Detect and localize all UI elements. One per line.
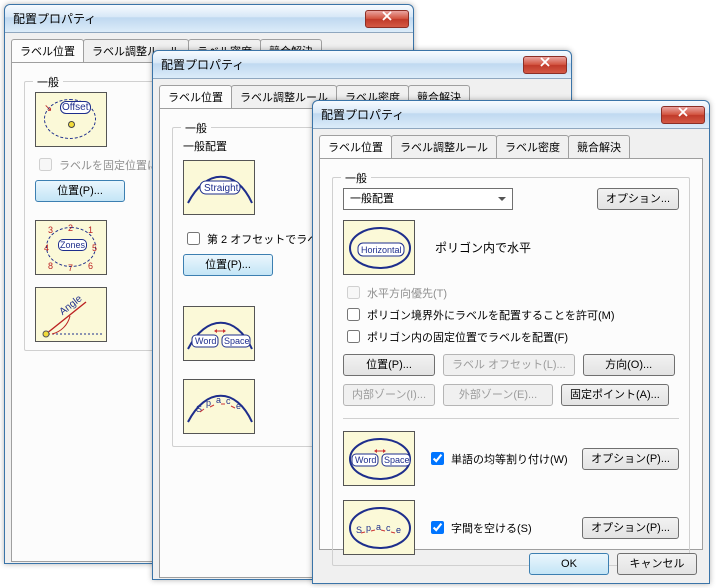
- chk-fixed-in-polygon-label: ポリゴン内の固定位置でラベルを配置(F): [367, 329, 568, 345]
- select-general-placement[interactable]: 一般配置: [343, 188, 513, 210]
- dialog-title: 配置プロパティ: [13, 10, 365, 27]
- close-button[interactable]: [365, 10, 409, 28]
- thumb-space: S p a c e: [183, 379, 255, 434]
- thumb-space: S p a c e: [343, 500, 415, 555]
- titlebar[interactable]: 配置プロパティ: [313, 101, 709, 129]
- close-button[interactable]: [523, 56, 567, 74]
- svg-text:c: c: [386, 523, 391, 533]
- titlebar[interactable]: 配置プロパティ: [5, 5, 413, 33]
- tab-label-density[interactable]: ラベル密度: [496, 135, 569, 158]
- svg-text:a: a: [216, 395, 221, 405]
- btn-position[interactable]: 位置(P)...: [35, 180, 125, 202]
- svg-text:e: e: [236, 401, 241, 411]
- btn-outer-zone: 外部ゾーン(E)...: [443, 384, 553, 406]
- svg-text:a: a: [376, 522, 381, 532]
- thumb-horizontal: Horizontal: [343, 220, 415, 275]
- chk-word-even[interactable]: [431, 452, 444, 465]
- svg-text:e: e: [396, 525, 401, 535]
- svg-text:p: p: [366, 523, 371, 533]
- btn-position[interactable]: 位置(P)...: [343, 354, 435, 376]
- chk-second-offset[interactable]: [187, 232, 200, 245]
- tab-label-position[interactable]: ラベル位置: [11, 39, 84, 62]
- svg-text:Word: Word: [355, 455, 376, 465]
- thumb-word-space: Word Space: [183, 306, 255, 361]
- chk-word-even-label: 単語の均等割り付け(W): [451, 451, 568, 467]
- thumb-zones-text: Zones: [58, 239, 87, 251]
- btn-option-char[interactable]: オプション(P)...: [582, 517, 679, 539]
- frame-general-label: 一般: [33, 74, 63, 90]
- btn-inner-zone: 内部ゾーン(I)...: [343, 384, 435, 406]
- svg-text:c: c: [226, 396, 231, 406]
- chk-allow-outside-label: ポリゴン境界外にラベルを配置することを許可(M): [367, 307, 615, 323]
- frame-general-label: 一般: [341, 170, 371, 186]
- btn-cancel[interactable]: キャンセル: [617, 553, 697, 575]
- desc-horizontal: ポリゴン内で水平: [435, 239, 531, 256]
- chk-horizontal-priority: [347, 286, 360, 299]
- tab-label-adjust[interactable]: ラベル調整ルール: [391, 135, 497, 158]
- svg-text:Space: Space: [384, 455, 410, 465]
- chk-char-space[interactable]: [431, 521, 444, 534]
- tab-label-position[interactable]: ラベル位置: [159, 85, 232, 108]
- chk-second-offset-label: 第 2 オフセットでラベ: [207, 231, 318, 247]
- chk-horizontal-priority-label: 水平方向優先(T): [367, 285, 447, 301]
- dialog-placement-3: 配置プロパティ ラベル位置 ラベル調整ルール ラベル密度 競合解決 一般 一般配…: [312, 100, 710, 584]
- close-button[interactable]: [661, 106, 705, 124]
- dialog-title: 配置プロパティ: [161, 56, 523, 73]
- btn-label-offset: ラベル オフセット(L)...: [443, 354, 575, 376]
- separator: [343, 418, 679, 419]
- thumb-offset: ↘ Offset: [35, 92, 107, 147]
- dialog-footer: OK キャンセル: [529, 553, 697, 575]
- svg-text:S: S: [196, 404, 202, 414]
- btn-direction[interactable]: 方向(O)...: [583, 354, 675, 376]
- btn-option-word[interactable]: オプション(P)...: [582, 448, 679, 470]
- thumb-angle: Angle: [35, 287, 107, 342]
- thumb-zones: Zones 3 2 1 4 5 8 7 6: [35, 220, 107, 275]
- titlebar[interactable]: 配置プロパティ: [153, 51, 571, 79]
- svg-text:S: S: [356, 525, 362, 535]
- chk-fixed-in-polygon[interactable]: [347, 330, 360, 343]
- svg-text:Word: Word: [195, 336, 216, 346]
- chk-allow-outside[interactable]: [347, 308, 360, 321]
- btn-fixed-point[interactable]: 固定ポイント(A)...: [561, 384, 669, 406]
- btn-ok[interactable]: OK: [529, 553, 609, 575]
- tab-label-position[interactable]: ラベル位置: [319, 135, 392, 158]
- btn-position[interactable]: 位置(P)...: [183, 254, 273, 276]
- tab-conflict[interactable]: 競合解決: [568, 135, 630, 158]
- thumb-straight: Straight: [183, 160, 255, 215]
- tab-body: 一般 一般配置 オプション... Horizontal ポリゴン内で水平: [319, 158, 703, 550]
- tabstrip: ラベル位置 ラベル調整ルール ラベル密度 競合解決: [313, 129, 709, 158]
- thumb-offset-text: Offset: [60, 101, 91, 114]
- svg-text:Straight: Straight: [204, 183, 239, 194]
- btn-option[interactable]: オプション...: [597, 188, 679, 210]
- svg-text:Space: Space: [224, 336, 250, 346]
- chk-char-space-label: 字間を空ける(S): [451, 520, 532, 536]
- select-general-placement-value: 一般配置: [350, 193, 394, 205]
- dialog-title: 配置プロパティ: [321, 106, 661, 123]
- frame-general-label: 一般: [181, 120, 211, 136]
- thumb-word-space: Word Space: [343, 431, 415, 486]
- chk-fixed-position: [39, 158, 52, 171]
- svg-text:Horizontal: Horizontal: [361, 245, 402, 255]
